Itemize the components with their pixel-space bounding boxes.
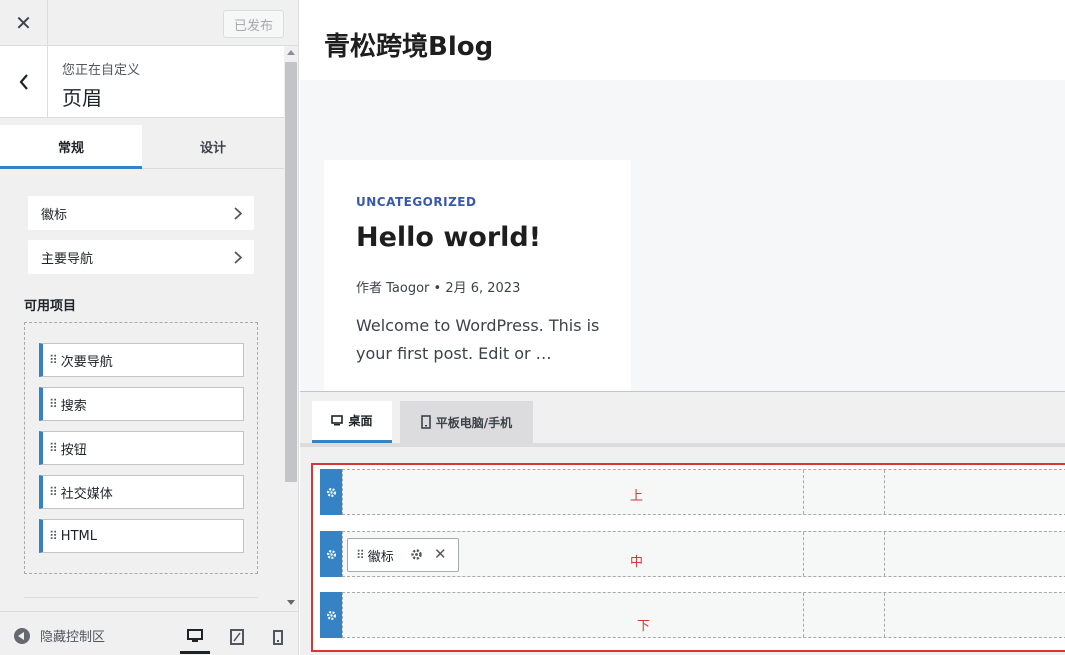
collapse-icon	[14, 627, 30, 644]
builder-tab-underline	[300, 443, 1065, 447]
row-label-middle: 中	[630, 555, 644, 570]
section-header: 您正在自定义 页眉	[0, 46, 284, 118]
row-drop-zone[interactable]: 下	[342, 592, 1065, 638]
available-item-label: 按钮	[60, 442, 87, 458]
available-item-label: 搜索	[60, 398, 87, 414]
gear-icon	[326, 610, 336, 620]
available-item-social[interactable]: ⠿ 社交媒体	[39, 475, 244, 509]
tab-general[interactable]: 常规	[0, 125, 142, 169]
tab-desktop-label: 桌面	[348, 414, 373, 428]
placed-item-label: 徽标	[367, 549, 394, 565]
post-category[interactable]: UNCATEGORIZED	[356, 195, 476, 209]
row-settings-button[interactable]	[320, 469, 342, 515]
site-header: 青松跨境Blog	[300, 0, 1065, 80]
hide-controls-label: 隐藏控制区	[40, 630, 106, 645]
tab-desktop[interactable]: 桌面	[312, 401, 392, 443]
column-divider	[803, 532, 804, 576]
chevron-left-icon	[19, 73, 28, 90]
column-divider	[803, 593, 804, 637]
gear-icon	[326, 487, 336, 497]
tablet-preview-button[interactable]	[222, 620, 252, 654]
tab-tablet-mobile[interactable]: 平板电脑/手机	[400, 401, 533, 443]
mobile-preview-button[interactable]	[263, 620, 293, 654]
back-button[interactable]	[0, 46, 48, 117]
scroll-down-arrow-icon[interactable]	[287, 600, 295, 605]
mobile-icon	[273, 629, 283, 645]
gear-icon	[326, 549, 336, 559]
row-label-top: 上	[630, 489, 644, 504]
logo-nav-card[interactable]: 徽标	[28, 196, 254, 230]
desktop-icon	[187, 628, 203, 642]
tablet-icon	[420, 415, 431, 429]
primary-nav-card[interactable]: 主要导航	[28, 240, 254, 274]
customizer-footer: 隐藏控制区	[0, 611, 298, 655]
tab-design[interactable]: 设计	[142, 125, 284, 168]
nav-card-label: 主要导航	[41, 251, 94, 267]
remove-icon[interactable]: ✕	[434, 545, 447, 563]
gear-icon[interactable]	[410, 548, 423, 561]
row-drop-zone[interactable]: ⠿ 徽标 ✕ 中	[342, 531, 1065, 577]
header-row-top: 上	[320, 469, 1065, 515]
chevron-right-icon	[234, 206, 242, 220]
customizer-sidebar: ✕ 已发布 您正在自定义 页眉 常规 设计 徽标 主要导航 可用项目 ⠿ 次要导…	[0, 0, 299, 655]
scroll-up-arrow-icon[interactable]	[287, 50, 295, 55]
column-divider	[884, 593, 885, 637]
row-drop-zone[interactable]: 上	[342, 469, 1065, 515]
scrollbar-thumb[interactable]	[285, 62, 297, 482]
customizer-topbar: ✕ 已发布	[0, 0, 298, 46]
drag-handle-icon: ⠿	[49, 353, 58, 367]
post-title[interactable]: Hello world!	[356, 222, 541, 253]
row-settings-button[interactable]	[320, 592, 342, 638]
column-divider	[884, 532, 885, 576]
row-settings-button[interactable]	[320, 531, 342, 577]
close-icon: ✕	[15, 11, 32, 35]
available-item-search[interactable]: ⠿ 搜索	[39, 387, 244, 421]
settings-tabs: 常规 设计	[0, 125, 284, 169]
section-subtitle: 您正在自定义	[62, 63, 141, 78]
placed-item-logo[interactable]: ⠿ 徽标 ✕	[347, 538, 459, 572]
header-builder: 桌面 平板电脑/手机 上 ⠿ 徽标 ✕ 中 下	[300, 391, 1065, 655]
available-item-label: 次要导航	[60, 354, 113, 370]
column-divider	[884, 470, 885, 514]
header-rows: 上 ⠿ 徽标 ✕ 中 下	[311, 463, 1065, 652]
publish-button[interactable]: 已发布	[223, 10, 284, 38]
drag-handle-icon: ⠿	[49, 529, 58, 543]
header-row-middle: ⠿ 徽标 ✕ 中	[320, 531, 1065, 577]
tablet-icon	[230, 629, 244, 645]
available-item-label: HTML	[60, 528, 97, 544]
header-row-bottom: 下	[320, 592, 1065, 638]
available-items-box: ⠿ 次要导航 ⠿ 搜索 ⠿ 按钮 ⠿ 社交媒体 ⠿ HTML	[24, 322, 258, 574]
hide-controls-button[interactable]: 隐藏控制区	[14, 626, 105, 645]
drag-handle-icon: ⠿	[49, 441, 58, 455]
available-item-button[interactable]: ⠿ 按钮	[39, 431, 244, 465]
desktop-preview-button[interactable]	[180, 620, 210, 654]
available-items-title: 可用项目	[24, 299, 77, 314]
post-card: UNCATEGORIZED Hello world! 作者 Taogor • 2…	[324, 160, 631, 400]
drag-handle-icon: ⠿	[49, 485, 58, 499]
available-item-html[interactable]: ⠿ HTML	[39, 519, 244, 553]
row-label-bottom: 下	[637, 619, 651, 634]
chevron-right-icon	[234, 250, 242, 264]
site-preview: 青松跨境Blog UNCATEGORIZED Hello world! 作者 T…	[300, 0, 1065, 655]
section-title: 页眉	[62, 86, 102, 110]
post-excerpt: Welcome to WordPress. This is your first…	[356, 316, 600, 363]
drag-handle-icon: ⠿	[49, 397, 58, 411]
tab-tablet-mobile-label: 平板电脑/手机	[435, 415, 513, 430]
close-button[interactable]: ✕	[0, 0, 48, 46]
drag-handle-icon: ⠿	[356, 548, 365, 562]
desktop-icon	[331, 415, 344, 426]
column-divider	[803, 470, 804, 514]
available-item-label: 社交媒体	[60, 486, 113, 502]
divider	[24, 597, 258, 598]
site-title[interactable]: 青松跨境Blog	[324, 26, 493, 63]
nav-card-label: 徽标	[41, 207, 68, 223]
available-item-secondary-nav[interactable]: ⠿ 次要导航	[39, 343, 244, 377]
post-meta: 作者 Taogor • 2月 6, 2023	[356, 281, 521, 296]
